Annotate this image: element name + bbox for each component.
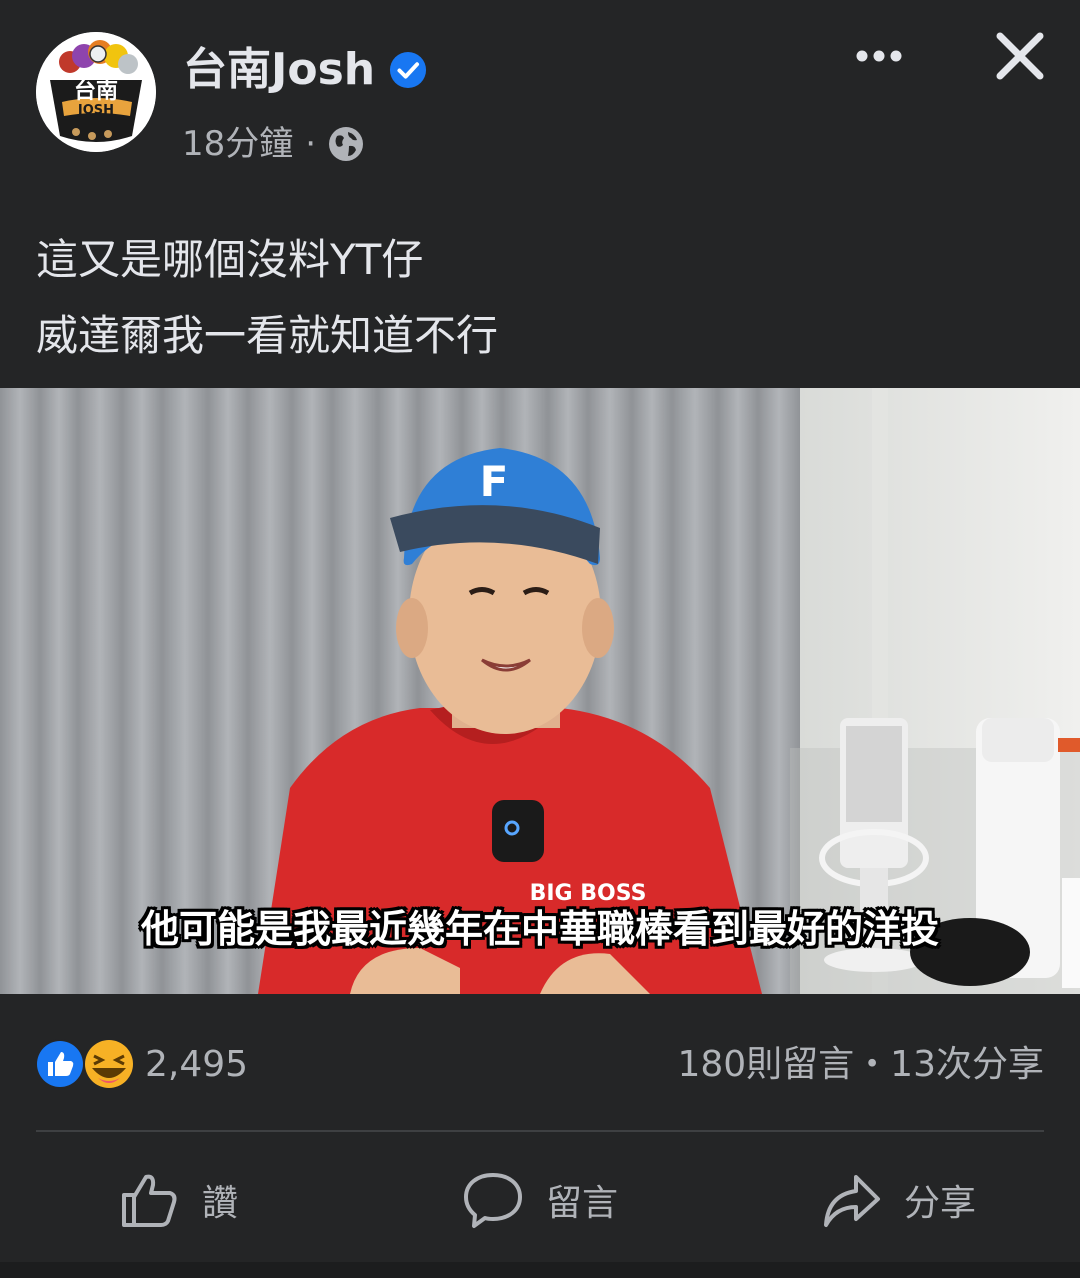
like-button[interactable]: 讚 <box>118 1164 238 1236</box>
meta-separator: · <box>305 124 317 164</box>
post-actions: 讚 留言 分享 <box>0 1150 1080 1250</box>
post-time[interactable]: 18分鐘 <box>182 122 293 166</box>
verified-icon <box>390 51 427 89</box>
caption-line: 這又是哪個沒料YT仔 <box>36 235 424 284</box>
comment-icon <box>464 1173 522 1228</box>
page-name-row: 台南Josh <box>183 42 427 98</box>
comment-button[interactable]: 留言 <box>462 1164 618 1236</box>
page-name[interactable]: 台南Josh <box>183 42 375 98</box>
like-label: 讚 <box>202 1183 239 1224</box>
comments-shares-count[interactable]: 180則留言・13次分享 <box>677 1042 1044 1088</box>
globe-icon <box>329 127 364 161</box>
reactions-icons[interactable] <box>34 1038 134 1090</box>
close-icon[interactable] <box>994 30 1046 82</box>
post-video-frame[interactable]: F BIG BOSS 他可能是我最近幾年在中華職棒看到最好的洋投 <box>0 388 1080 994</box>
cap-logo-letter: F <box>480 457 509 506</box>
haha-reaction-icon <box>85 1040 133 1088</box>
share-label: 分享 <box>904 1183 977 1224</box>
reaction-count[interactable]: 2,495 <box>145 1042 248 1088</box>
caption-line: 威達爾我一看就知道不行 <box>36 311 499 360</box>
bottom-bar <box>0 1262 1080 1278</box>
video-subtitle: 他可能是我最近幾年在中華職棒看到最好的洋投 <box>140 907 939 951</box>
share-button[interactable]: 分享 <box>820 1164 976 1236</box>
post-stats: 2,495 180則留言・13次分享 <box>0 1030 1080 1100</box>
stats-divider <box>36 1130 1044 1132</box>
avatar-subtitle: JOSH <box>77 103 114 118</box>
thumbs-up-icon <box>122 1174 177 1227</box>
post-meta: 18分鐘 · <box>182 122 364 166</box>
comment-label: 留言 <box>546 1183 619 1224</box>
page-avatar[interactable]: 台南 JOSH <box>36 32 156 152</box>
share-icon <box>824 1175 880 1227</box>
avatar-title: 台南 <box>74 78 118 104</box>
post-caption: 這又是哪個沒料YT仔 威達爾我一看就知道不行 <box>36 222 498 374</box>
post-header: 台南 JOSH 台南Josh 18分鐘 · <box>0 0 1080 190</box>
more-icon[interactable] <box>852 36 908 76</box>
